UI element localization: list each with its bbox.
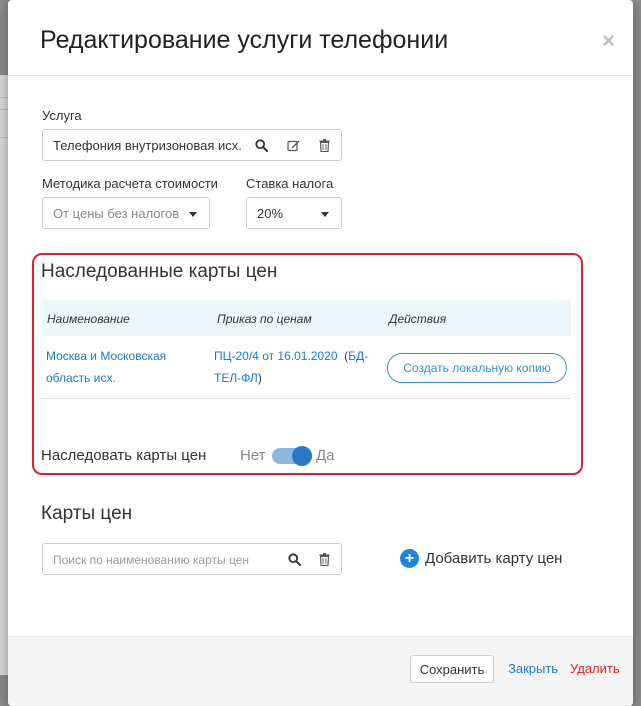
price-card-name-link[interactable]: Москва и Московская область исх. [46, 345, 166, 389]
add-price-card-label: Добавить карту цен [425, 550, 563, 567]
toggle-off-label: Нет [240, 447, 266, 464]
modal-header: Редактирование услуги телефонии × [8, 0, 633, 76]
caret-down-icon [321, 212, 329, 217]
cost-method-label: Методика расчета стоимости [42, 176, 218, 191]
price-card-search-placeholder: Поиск по наименованию карты цен [53, 553, 249, 567]
create-local-copy-button[interactable]: Создать локальную копию [387, 353, 567, 383]
plus-circle-icon: + [400, 549, 419, 568]
close-link[interactable]: Закрыть [508, 661, 558, 676]
service-label: Услуга [42, 108, 82, 123]
search-icon[interactable] [253, 137, 269, 153]
cost-method-select[interactable]: От цены без налогов [42, 197, 210, 229]
column-header-price-order: Приказ по ценам [217, 312, 312, 326]
service-value: Телефония внутризоновая исх. [53, 138, 242, 153]
modal-footer: Сохранить Закрыть Удалить [8, 636, 633, 706]
modal-title: Редактирование услуги телефонии [40, 26, 449, 54]
edit-service-modal: Редактирование услуги телефонии × Услуга… [8, 0, 633, 706]
column-header-actions: Действия [389, 312, 447, 326]
cost-method-value: От цены без налогов [53, 206, 180, 221]
table-header: Наименование Приказ по ценам Действия [42, 300, 571, 336]
price-order-link[interactable]: ПЦ-20/4 от 16.01.2020 [214, 349, 338, 363]
caret-down-icon [189, 212, 197, 217]
inherited-section-title: Наследованные карты цен [41, 261, 278, 282]
close-icon[interactable]: × [602, 30, 615, 52]
price-card-search-field[interactable]: Поиск по наименованию карты цен [42, 543, 342, 575]
toggle-on-label: Да [316, 447, 335, 464]
trash-icon[interactable] [316, 137, 332, 153]
inherit-price-cards-toggle[interactable] [272, 446, 312, 466]
tax-rate-select[interactable]: 20% [246, 197, 342, 229]
edit-icon[interactable] [285, 137, 301, 153]
price-cards-title: Карты цен [41, 503, 133, 524]
row-divider [42, 398, 571, 399]
trash-icon[interactable] [316, 551, 332, 567]
price-order-cell: ПЦ-20/4 от 16.01.2020 (БД- ТЕЛ-ФЛ) [214, 349, 369, 385]
toggle-knob [292, 446, 312, 466]
column-header-name: Наименование [47, 312, 130, 326]
tax-rate-label: Ставка налога [246, 176, 334, 191]
tax-rate-value: 20% [257, 206, 284, 221]
add-price-card-button[interactable]: + Добавить карту цен [400, 549, 562, 568]
save-button[interactable]: Сохранить [410, 655, 494, 683]
search-icon[interactable] [286, 551, 302, 567]
service-field[interactable]: Телефония внутризоновая исх. [42, 129, 342, 161]
delete-link[interactable]: Удалить [570, 661, 620, 676]
price-order-code-link[interactable]: БД- [348, 349, 368, 363]
inherit-toggle-label: Наследовать карты цен [41, 447, 207, 464]
